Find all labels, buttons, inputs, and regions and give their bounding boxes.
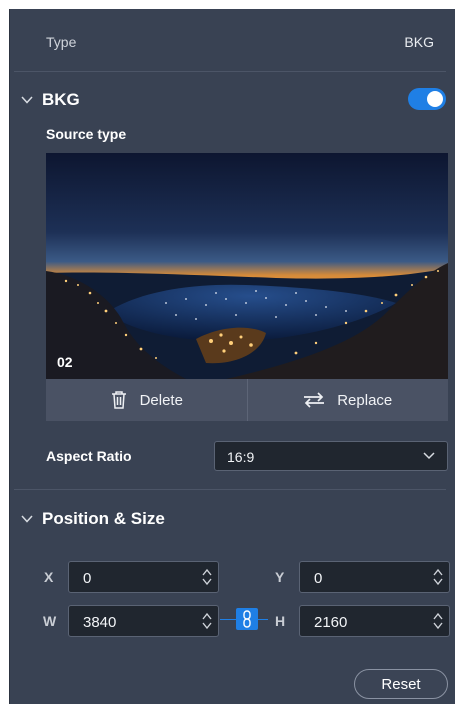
link-icon bbox=[243, 610, 251, 628]
aspect-ratio-select[interactable]: 16:9 bbox=[214, 441, 448, 471]
bkg-enable-toggle[interactable] bbox=[408, 88, 446, 110]
position-section-header[interactable]: Position & Size bbox=[10, 506, 455, 534]
chevron-down-icon bbox=[423, 452, 435, 460]
w-input[interactable]: 3840 bbox=[68, 605, 219, 637]
h-label: H bbox=[275, 613, 286, 629]
chevron-down-icon bbox=[21, 515, 33, 523]
type-label: Type bbox=[46, 34, 77, 50]
y-value: 0 bbox=[314, 570, 323, 587]
swap-arrows-icon bbox=[304, 392, 325, 408]
reset-button[interactable]: Reset bbox=[354, 669, 448, 699]
background-preview[interactable]: 02 bbox=[46, 153, 448, 379]
replace-button[interactable]: Replace bbox=[246, 379, 449, 421]
type-value: BKG bbox=[404, 34, 434, 50]
source-type-label: Source type bbox=[46, 126, 127, 142]
y-label: Y bbox=[275, 569, 285, 585]
w-label: W bbox=[43, 613, 57, 629]
spinner-arrows-icon[interactable] bbox=[433, 568, 443, 586]
spinner-arrows-icon[interactable] bbox=[433, 612, 443, 630]
background-image bbox=[46, 153, 448, 379]
x-input[interactable]: 0 bbox=[68, 561, 219, 593]
trash-icon bbox=[111, 391, 126, 409]
bkg-section-title: BKG bbox=[42, 90, 80, 109]
w-value: 3840 bbox=[83, 614, 117, 631]
divider bbox=[14, 489, 446, 490]
properties-panel: Type BKG BKG Source type 02 Delete Repla… bbox=[9, 9, 455, 704]
h-input[interactable]: 2160 bbox=[299, 605, 450, 637]
aspect-ratio-label: Aspect Ratio bbox=[46, 448, 132, 464]
bkg-section-header[interactable]: BKG bbox=[10, 87, 455, 115]
spinner-arrows-icon[interactable] bbox=[202, 612, 212, 630]
x-value: 0 bbox=[83, 570, 92, 587]
chevron-down-icon bbox=[21, 96, 33, 104]
position-section-title: Position & Size bbox=[42, 509, 165, 528]
replace-label: Replace bbox=[337, 391, 393, 409]
delete-button[interactable]: Delete bbox=[46, 379, 247, 421]
y-input[interactable]: 0 bbox=[299, 561, 450, 593]
divider bbox=[14, 71, 446, 72]
link-connector bbox=[220, 619, 236, 620]
h-value: 2160 bbox=[314, 614, 348, 631]
spinner-arrows-icon[interactable] bbox=[202, 568, 212, 586]
toggle-knob bbox=[427, 91, 443, 107]
preview-index: 02 bbox=[57, 354, 73, 370]
aspect-lock-button[interactable] bbox=[236, 608, 258, 630]
x-label: X bbox=[44, 569, 54, 585]
aspect-ratio-value: 16:9 bbox=[227, 449, 255, 465]
media-actions: Delete Replace bbox=[46, 379, 448, 421]
delete-label: Delete bbox=[139, 391, 183, 409]
type-row: Type BKG bbox=[10, 9, 455, 71]
link-connector bbox=[258, 619, 268, 620]
